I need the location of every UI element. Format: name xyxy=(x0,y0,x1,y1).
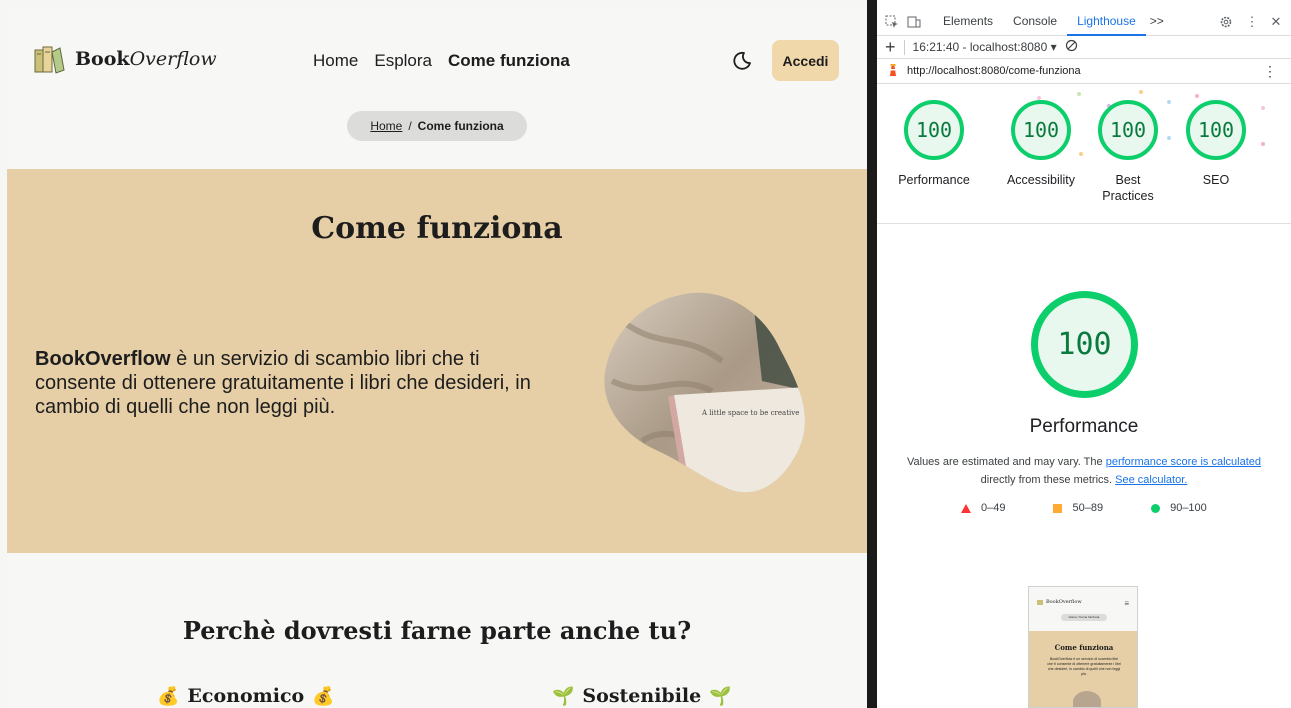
breadcrumb: Home / Come funziona xyxy=(347,111,527,141)
hero-section: Come funziona BookOverflow è un servizio… xyxy=(7,169,867,553)
money-bag-icon: 💰 xyxy=(312,685,335,707)
brand-name: BookOverflow xyxy=(75,48,217,70)
see-calculator-link[interactable]: See calculator. xyxy=(1115,474,1187,486)
logo[interactable]: BookOverflow xyxy=(33,44,217,74)
legend-fail: 0–49 xyxy=(961,502,1005,514)
thumb-breadcrumb: Home / Come funziona xyxy=(1061,614,1107,621)
device-toolbar-icon[interactable] xyxy=(905,13,923,31)
hero-book-image: A little space to be creative xyxy=(602,291,807,503)
hero-description: BookOverflow è un servizio di scambio li… xyxy=(35,348,531,418)
gauge-accessibility[interactable]: 100 Accessibility xyxy=(998,100,1084,188)
seedling-icon: 🌱 xyxy=(552,685,575,707)
new-report-icon[interactable]: + xyxy=(885,37,896,58)
breadcrumb-separator: / xyxy=(408,119,412,133)
score-ring: 100 xyxy=(1186,100,1246,160)
clear-icon[interactable] xyxy=(1065,39,1078,55)
legend-pass: 90–100 xyxy=(1151,502,1207,514)
breadcrumb-current: Come funziona xyxy=(417,119,504,133)
report-menu-icon[interactable]: ⋮ xyxy=(1263,63,1277,80)
feature-economico: 💰 Economico 💰 xyxy=(157,685,335,707)
nav-esplora[interactable]: Esplora xyxy=(374,51,432,71)
devtools-panel: Elements Console Lighthouse >> ⋮ ✕ + 16:… xyxy=(877,0,1291,708)
hero-book-caption: A little space to be creative xyxy=(701,409,799,417)
report-select[interactable]: 16:21:40 - localhost:8080 ▾ xyxy=(913,40,1057,54)
triangle-icon xyxy=(961,503,971,513)
feature-label: Sostenibile xyxy=(582,685,702,707)
books-logo-icon xyxy=(33,44,65,74)
score-ring: 100 xyxy=(1098,100,1158,160)
score-gauges: 100 Performance 100 Accessibility 100 Be… xyxy=(877,84,1291,224)
thumb-hero: Come funziona BookOverflow è un servizio… xyxy=(1029,631,1137,707)
gauge-best-practices[interactable]: 100 Best Practices xyxy=(1085,100,1171,204)
performance-score-gauge: 100 xyxy=(1031,291,1138,398)
nav-home[interactable]: Home xyxy=(313,51,358,71)
books-logo-icon xyxy=(1037,599,1043,605)
inspect-element-icon[interactable] xyxy=(883,13,901,31)
final-screenshot-thumbnail[interactable]: BookOverflow ≡ Home / Come funziona Come… xyxy=(1028,586,1138,708)
page-title: Come funziona xyxy=(311,211,563,246)
legend-average: 50–89 xyxy=(1053,502,1103,514)
why-title: Perchè dovresti farne parte anche tu? xyxy=(182,616,692,645)
score-legend: 0–49 50–89 90–100 xyxy=(961,502,1207,514)
gear-icon[interactable] xyxy=(1217,13,1235,31)
why-section: Perchè dovresti farne parte anche tu? 💰 … xyxy=(7,553,867,708)
login-button[interactable]: Accedi xyxy=(772,40,839,81)
score-calculated-link[interactable]: performance score is calculated xyxy=(1106,456,1261,468)
toolbar-divider xyxy=(903,39,905,55)
score-ring: 100 xyxy=(1011,100,1071,160)
hamburger-icon: ≡ xyxy=(1124,599,1129,608)
more-tabs-button[interactable]: >> xyxy=(1146,8,1168,36)
gauge-label: Performance xyxy=(898,173,970,187)
devtools-splitter[interactable] xyxy=(867,0,877,708)
feature-sostenibile: 🌱 Sostenibile 🌱 xyxy=(552,685,732,707)
thumb-text: BookOverflow è un servizio di scambio li… xyxy=(1047,657,1121,676)
performance-description: Values are estimated and may vary. The p… xyxy=(906,456,1261,486)
gauge-label: Best Practices xyxy=(1102,173,1154,203)
page-frame: BookOverflow Home Esplora Come funziona … xyxy=(7,8,867,708)
performance-section: 100 Performance Values are estimated and… xyxy=(877,224,1291,708)
gauge-label: Accessibility xyxy=(1006,173,1076,187)
gauge-label: SEO xyxy=(1202,173,1230,187)
tab-elements[interactable]: Elements xyxy=(933,8,1003,36)
website-viewport: BookOverflow Home Esplora Come funziona … xyxy=(0,0,872,708)
square-icon xyxy=(1053,503,1063,513)
tab-lighthouse[interactable]: Lighthouse xyxy=(1067,8,1146,36)
score-ring: 100 xyxy=(904,100,964,160)
lighthouse-logo-icon xyxy=(887,63,899,80)
report-url: http://localhost:8080/come-funziona xyxy=(907,65,1081,77)
thumb-title: Come funziona xyxy=(1054,643,1114,652)
close-icon[interactable]: ✕ xyxy=(1267,13,1285,31)
lighthouse-toolbar: + 16:21:40 - localhost:8080 ▾ xyxy=(877,36,1291,59)
thumb-image xyxy=(1073,691,1101,707)
money-bag-icon: 💰 xyxy=(157,685,180,707)
seedling-icon: 🌱 xyxy=(709,685,732,707)
devtools-tabbar: Elements Console Lighthouse >> ⋮ ✕ xyxy=(877,8,1291,36)
thumb-brand: BookOverflow xyxy=(1037,599,1082,605)
tab-console[interactable]: Console xyxy=(1003,8,1067,36)
report-url-bar: http://localhost:8080/come-funziona ⋮ xyxy=(877,59,1291,84)
moon-icon[interactable] xyxy=(731,50,753,72)
main-menu: Home Esplora Come funziona xyxy=(313,51,570,71)
nav-come-funziona[interactable]: Come funziona xyxy=(448,51,570,71)
kebab-menu-icon[interactable]: ⋮ xyxy=(1243,13,1261,31)
circle-icon xyxy=(1151,503,1161,513)
performance-title: Performance xyxy=(1029,416,1139,437)
breadcrumb-home[interactable]: Home xyxy=(370,119,402,133)
chevron-down-icon: ▾ xyxy=(1050,40,1057,54)
gauge-performance[interactable]: 100 Performance xyxy=(891,100,977,188)
feature-label: Economico xyxy=(187,685,305,707)
top-navbar: BookOverflow Home Esplora Come funziona … xyxy=(7,8,867,112)
gauge-seo[interactable]: 100 SEO xyxy=(1173,100,1259,188)
